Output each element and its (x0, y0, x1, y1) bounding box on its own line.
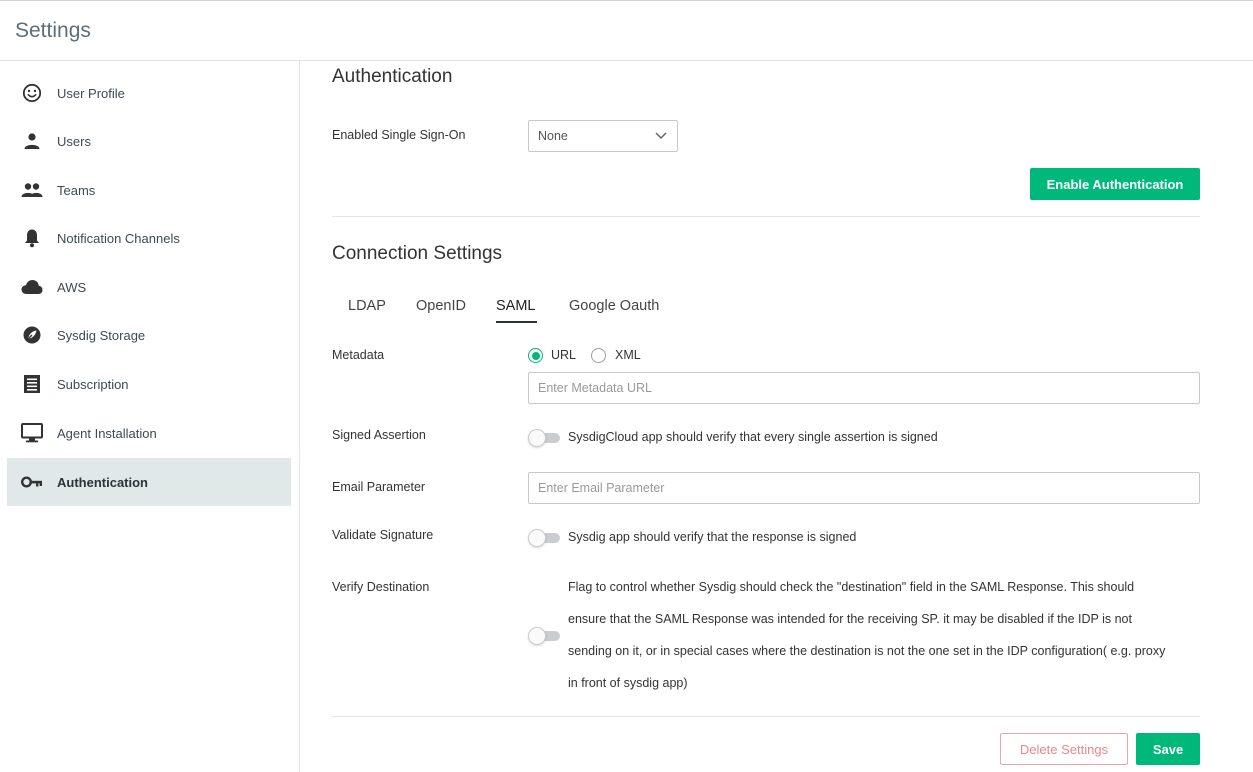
sidebar-item-label: Teams (57, 182, 96, 198)
sidebar-item-label: Sysdig Storage (57, 327, 146, 343)
sso-label: Enabled Single Sign-On (332, 128, 466, 142)
sidebar-item-label: Subscription (57, 376, 129, 392)
validate-signature-label: Validate Signature (332, 528, 434, 542)
validate-signature-description: Sysdig app should verify that the respon… (568, 530, 857, 544)
email-parameter-input[interactable] (528, 472, 1200, 504)
sidebar-item-label: User Profile (57, 85, 125, 101)
metadata-url-input[interactable] (528, 372, 1200, 404)
page-title: Settings (15, 19, 91, 42)
sidebar-item-agent-installation[interactable]: Agent Installation (7, 409, 291, 457)
metadata-xml-radio[interactable] (591, 348, 606, 363)
save-button[interactable]: Save (1136, 733, 1200, 765)
verify-destination-label: Verify Destination (332, 580, 430, 594)
verify-destination-description: Flag to control whether Sysdig should ch… (568, 580, 1166, 690)
sidebar-item-label: Notification Channels (57, 230, 180, 246)
signed-assertion-label: Signed Assertion (332, 428, 426, 442)
tab-ldap[interactable]: LDAP (348, 298, 386, 314)
storage-icon (21, 324, 43, 346)
sidebar-item-label: Users (57, 133, 91, 149)
metadata-label: Metadata (332, 348, 385, 362)
tab-google-oauth[interactable]: Google Oauth (569, 298, 659, 314)
metadata-url-radio[interactable] (528, 348, 543, 363)
smiley-icon (21, 82, 43, 104)
signed-assertion-description: SysdigCloud app should verify that every… (568, 430, 938, 444)
sidebar-item-aws[interactable]: AWS (7, 263, 291, 311)
main-content: Authentication Enabled Single Sign-On No… (300, 61, 1253, 772)
enable-authentication-button[interactable]: Enable Authentication (1030, 168, 1200, 200)
person-icon (21, 130, 43, 152)
authentication-title: Authentication (332, 66, 453, 87)
metadata-url-label: URL (551, 348, 577, 362)
tab-saml[interactable]: SAML (496, 298, 536, 314)
group-icon (21, 179, 43, 201)
key-icon (21, 471, 43, 493)
sidebar-item-notification-channels[interactable]: Notification Channels (7, 214, 291, 262)
monitor-icon (21, 422, 43, 444)
metadata-xml-label: XML (615, 348, 641, 362)
receipt-icon (21, 373, 43, 395)
sidebar-item-authentication[interactable]: Authentication (7, 458, 291, 506)
sidebar-item-label: Authentication (57, 474, 148, 490)
top-bar: Settings (0, 0, 1253, 61)
signed-assertion-toggle[interactable] (528, 429, 560, 447)
sso-select-value: None (538, 129, 568, 143)
footer-divider (332, 716, 1200, 717)
chevron-down-icon (654, 128, 668, 145)
bell-icon (21, 227, 43, 249)
cloud-icon (21, 276, 43, 298)
validate-signature-toggle[interactable] (528, 529, 560, 547)
sidebar-item-subscription[interactable]: Subscription (7, 360, 291, 408)
email-parameter-label: Email Parameter (332, 480, 426, 494)
tab-openid[interactable]: OpenID (416, 298, 466, 314)
sso-select[interactable]: None (528, 120, 678, 152)
active-tab-indicator (496, 321, 537, 323)
sidebar-item-teams[interactable]: Teams (7, 166, 291, 214)
sidebar: User Profile Users Teams Notification Ch… (0, 61, 300, 772)
sidebar-item-user-profile[interactable]: User Profile (7, 69, 291, 117)
section-divider (332, 216, 1200, 217)
delete-settings-button[interactable]: Delete Settings (1000, 733, 1128, 765)
sidebar-item-label: AWS (57, 279, 87, 295)
verify-destination-toggle[interactable] (528, 627, 560, 645)
sidebar-item-sysdig-storage[interactable]: Sysdig Storage (7, 311, 291, 359)
connection-settings-title: Connection Settings (332, 243, 503, 264)
sidebar-item-label: Agent Installation (57, 425, 157, 441)
sidebar-item-users[interactable]: Users (7, 117, 291, 165)
